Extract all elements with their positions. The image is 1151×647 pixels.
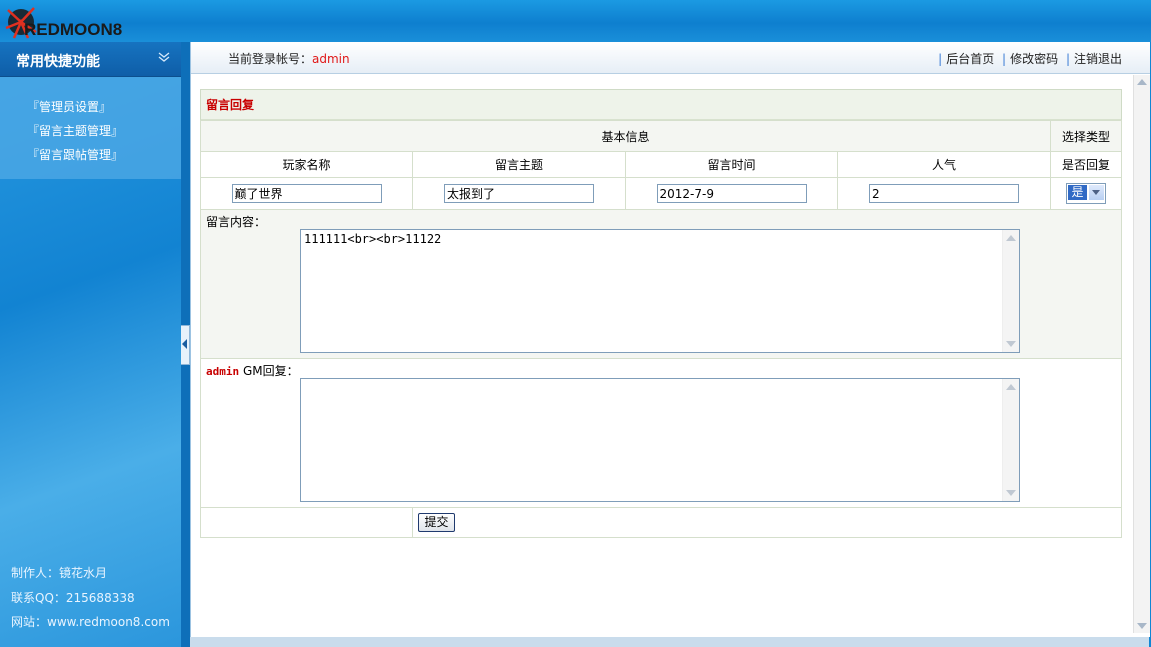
col-replied: 是否回复 [1050,151,1122,178]
top-banner: REDMOON8 [0,0,1151,42]
col-time: 留言时间 [625,151,838,178]
table-row [200,507,1122,538]
scroll-up-icon[interactable] [1137,79,1147,85]
reply-label-text: GM回复： [239,364,299,378]
reply-label: admin GM回复： [206,362,299,379]
footer-website: 网站：www.redmoon8.com [11,615,170,629]
scroll-down-icon[interactable] [1006,341,1016,347]
topic-input[interactable] [444,184,594,203]
replied-select[interactable]: 是 [1066,183,1106,204]
col-player-name: 玩家名称 [200,151,413,178]
content-textarea[interactable]: 111111<br><br>11122 [300,229,1020,353]
header-links: | 后台首页 | 修改密码 | 注销退出 [938,52,1122,66]
submit-button[interactable]: 提交 [418,513,455,532]
reply-scrollbar[interactable] [1002,379,1019,501]
sidebar-title: 常用快捷功能 [16,54,100,70]
sidebar-item-topic-management[interactable]: 『留言主题管理』 [27,122,123,139]
replied-cell: 是 [1050,177,1122,210]
collapse-sidebar-handle[interactable] [181,325,190,365]
sidebar: 常用快捷功能 『管理员设置』 『留言主题管理』 『留言跟帖管理』 制作人：镜花水… [0,42,181,647]
chevron-down-icon[interactable] [1089,185,1104,200]
time-input[interactable] [656,184,807,203]
replied-select-value: 是 [1068,185,1087,200]
login-user: admin [312,52,350,66]
chevron-left-icon [182,339,187,349]
popularity-input[interactable] [869,184,1019,203]
sidebar-item-admin-settings[interactable]: 『管理员设置』 [27,98,111,115]
double-chevron-down-icon[interactable] [158,51,170,64]
content-text: 111111<br><br>11122 [304,232,442,246]
main-bottom-bar [190,637,1149,647]
reply-textarea[interactable] [300,378,1020,502]
sidebar-header[interactable]: 常用快捷功能 [0,42,181,77]
sidebar-item-reply-management[interactable]: 『留言跟帖管理』 [27,146,123,163]
sidebar-splitter [181,42,190,647]
select-type-header: 选择类型 [1050,120,1122,152]
logo: REDMOON8 [4,4,134,40]
scroll-up-icon[interactable] [1006,384,1016,390]
table-row: 基本信息 选择类型 [200,120,1122,152]
main-header: 当前登录帐号：admin | 后台首页 | 修改密码 | 注销退出 [191,42,1150,74]
sidebar-menu: 『管理员设置』 『留言主题管理』 『留言跟帖管理』 [0,77,181,179]
content-label: 留言内容： [206,215,267,229]
scroll-down-icon[interactable] [1137,623,1147,629]
col-popularity: 人气 [837,151,1051,178]
form-title: 留言回复 [206,98,255,112]
player-name-input[interactable] [231,184,382,203]
scroll-up-icon[interactable] [1006,235,1016,241]
col-topic: 留言主题 [412,151,626,178]
home-link[interactable]: 后台首页 [946,52,994,66]
time-cell [625,177,838,210]
basic-info-header: 基本信息 [200,120,1051,152]
table-row: 是 [200,177,1122,210]
topic-cell [412,177,626,210]
form-title-bar: 留言回复 [200,89,1122,122]
scroll-down-icon[interactable] [1006,490,1016,496]
submit-cell [412,507,1122,538]
player-name-cell [200,177,413,210]
footer-qq: 联系QQ：215688338 [11,591,135,605]
login-label: 当前登录帐号： [228,52,313,66]
logo-text: REDMOON8 [24,20,123,39]
logout-link[interactable]: 注销退出 [1074,52,1122,66]
content-scrollbar[interactable] [1002,230,1019,352]
popularity-cell [837,177,1051,210]
submit-label-cell [200,507,413,538]
page-scrollbar[interactable] [1133,75,1150,633]
login-info: 当前登录帐号：admin [228,50,350,67]
change-password-link[interactable]: 修改密码 [1010,52,1058,66]
reply-user: admin [206,365,240,378]
table-row: 玩家名称 留言主题 留言时间 人气 是否回复 [200,151,1122,178]
footer-author: 制作人：镜花水月 [11,566,108,580]
